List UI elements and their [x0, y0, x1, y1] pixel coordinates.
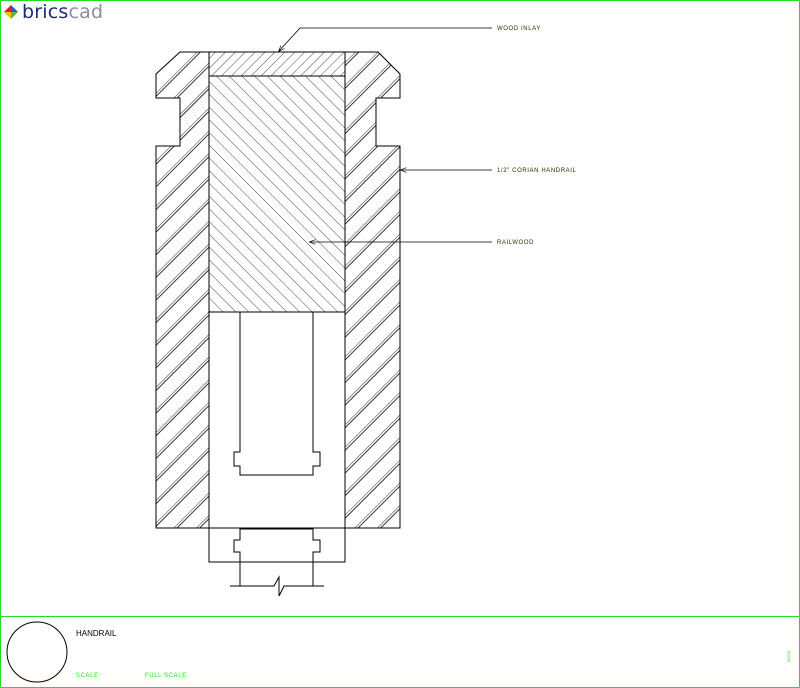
scale-label: SCALE:	[76, 673, 101, 679]
title-block-circle	[6, 621, 68, 683]
rail-wood-core	[208, 75, 346, 313]
logo-text-cad: cad	[68, 1, 104, 23]
wood-inlay-leader	[279, 27, 492, 51]
wood-inlay	[208, 51, 346, 77]
callout-rail-wood: RAILWOOD	[497, 240, 535, 246]
drawing-code: 06200	[786, 650, 791, 662]
callout-wood-inlay: WOOD INLAY	[497, 26, 541, 32]
drawing-canvas	[0, 0, 800, 688]
lower-shoe	[208, 528, 346, 563]
lower-shoe-post	[233, 528, 321, 562]
bricscad-logo-icon	[4, 5, 18, 19]
drawing-title: HANDRAIL	[76, 629, 117, 638]
scale-value: FULL SCALE	[145, 673, 187, 679]
break-line	[230, 575, 324, 597]
bricscad-logo: brics cad	[22, 1, 103, 23]
callout-corian-handrail: 1/2" CORIAN HANDRAIL	[497, 168, 577, 174]
logo-text-brics: brics	[22, 1, 69, 23]
